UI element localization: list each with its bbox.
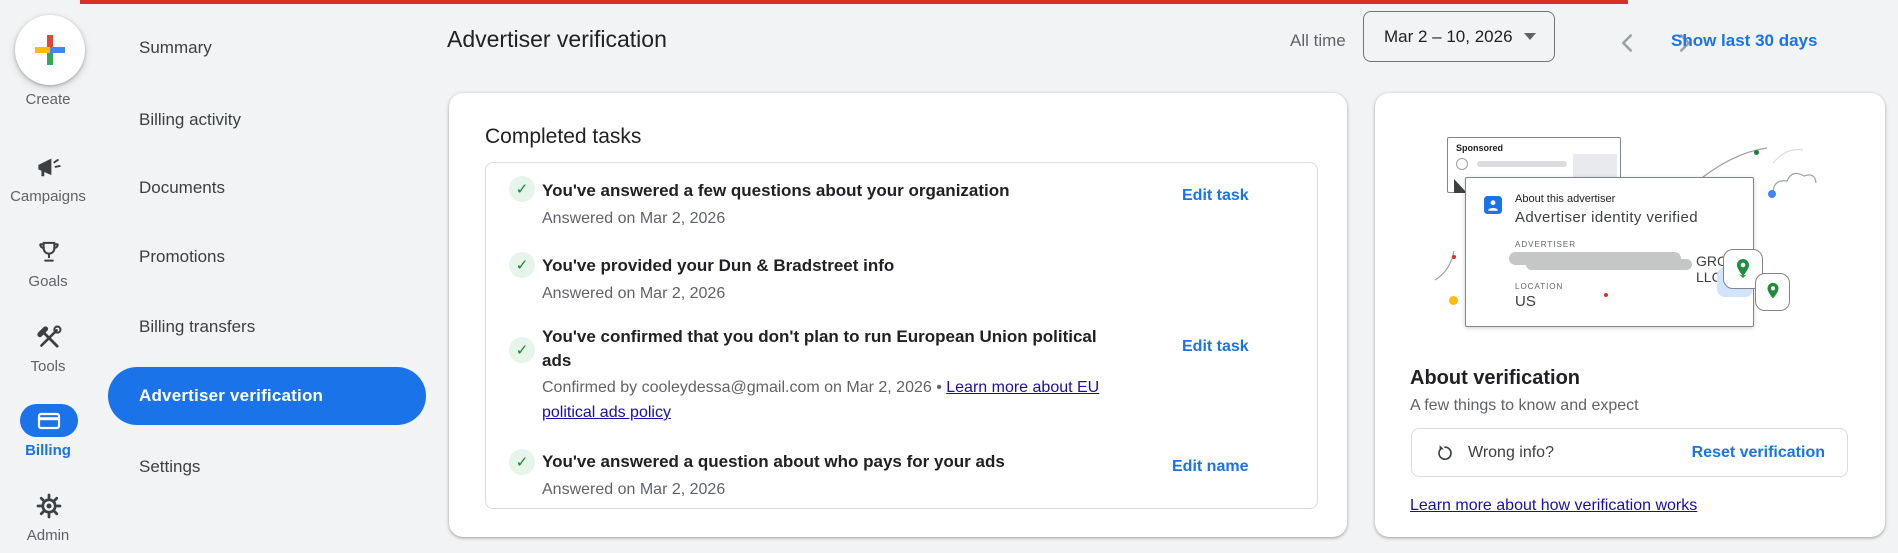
learn-more-verification-link[interactable]: Learn more about how verification works <box>1410 497 1697 515</box>
location-caps-label: LOCATION <box>1515 282 1563 291</box>
about-verification-heading: About verification <box>1410 367 1580 390</box>
google-plus-icon <box>32 32 68 68</box>
person-icon <box>1484 196 1502 214</box>
billing-label: Billing <box>0 442 96 459</box>
tools-icon <box>34 324 64 352</box>
ad-text-placeholder <box>1477 161 1567 167</box>
map-pin-icon <box>1731 257 1755 281</box>
green-dot <box>1754 150 1759 155</box>
edit-task-link[interactable]: Edit task <box>1182 187 1249 205</box>
task-subtitle: Answered on Mar 2, 2026 <box>542 206 725 231</box>
previous-period-button[interactable] <box>1610 26 1644 60</box>
identity-verified-label: Advertiser identity verified <box>1515 209 1698 226</box>
gear-icon <box>34 491 64 521</box>
about-verification-card: Sponsored About this advertiser Advertis… <box>1375 93 1885 537</box>
page-title: Advertiser verification <box>447 26 667 53</box>
trophy-icon <box>35 237 63 267</box>
redacted-name-blur <box>1526 259 1692 270</box>
sponsored-label: Sponsored <box>1456 143 1503 153</box>
blue-dot <box>1768 190 1776 198</box>
loading-progress-bar <box>80 0 1628 4</box>
campaigns-rail-item[interactable] <box>33 152 65 184</box>
location-value: US <box>1515 293 1536 310</box>
about-verification-subheading: A few things to know and expect <box>1410 397 1639 415</box>
chevron-left-icon <box>1620 33 1634 53</box>
tasks-list: ✓ You've answered a few questions about … <box>485 162 1318 509</box>
sidebar-item-billing-transfers[interactable]: Billing transfers <box>139 317 255 337</box>
goals-rail-item[interactable] <box>33 236 65 268</box>
task-title: You've answered a few questions about yo… <box>542 179 1010 203</box>
sidebar-item-advertiser-verification[interactable]: Advertiser verification <box>108 367 426 425</box>
task-subtitle: Answered on Mar 2, 2026 <box>542 477 725 502</box>
check-icon: ✓ <box>509 337 535 363</box>
sidebar-item-billing-activity[interactable]: Billing activity <box>139 110 241 130</box>
date-range-selector[interactable]: Mar 2 – 10, 2026 <box>1363 11 1555 62</box>
credit-card-icon <box>37 411 61 431</box>
check-icon: ✓ <box>509 449 535 475</box>
reset-icon <box>1435 443 1455 463</box>
ad-thumbnail-placeholder <box>1573 154 1617 179</box>
campaigns-label: Campaigns <box>0 188 96 205</box>
sidebar-item-settings[interactable]: Settings <box>139 457 200 477</box>
show-last-30-days-link[interactable]: Show last 30 days <box>1671 31 1817 51</box>
check-icon: ✓ <box>509 252 535 278</box>
all-time-label: All time <box>1290 31 1346 51</box>
red-dot <box>1604 293 1608 297</box>
ad-badge-icon <box>1456 158 1468 170</box>
task-title: You've provided your Dun & Bradstreet in… <box>542 254 894 278</box>
yellow-dot <box>1449 296 1458 305</box>
chevron-down-icon <box>1524 33 1536 40</box>
verified-location-badge <box>1755 273 1790 311</box>
sidebar-item-summary[interactable]: Summary <box>139 38 212 58</box>
tools-label: Tools <box>0 358 96 375</box>
red-dot <box>1452 255 1456 259</box>
billing-rail-item[interactable] <box>20 404 78 437</box>
map-pin-icon <box>1762 279 1784 305</box>
sidebar-item-promotions[interactable]: Promotions <box>139 247 225 267</box>
task-subtitle: Confirmed by cooleydessa@gmail.com on Ma… <box>542 375 1122 425</box>
tools-rail-item[interactable] <box>33 322 65 354</box>
wrong-info-label: Wrong info? <box>1468 444 1554 462</box>
reset-verification-row: Wrong info? Reset verification <box>1411 428 1848 477</box>
sidebar-item-documents[interactable]: Documents <box>139 178 225 198</box>
advertiser-caps-label: ADVERTISER <box>1515 240 1576 249</box>
edit-task-link[interactable]: Edit task <box>1182 338 1249 356</box>
about-this-advertiser-label: About this advertiser <box>1515 193 1615 205</box>
date-range-value: Mar 2 – 10, 2026 <box>1384 27 1513 47</box>
completed-tasks-card: Completed tasks ✓ You've answered a few … <box>449 93 1347 537</box>
advertiser-info-panel: About this advertiser Advertiser identit… <box>1465 177 1754 327</box>
task-subtitle-text: Confirmed by cooleydessa@gmail.com on Ma… <box>542 379 946 396</box>
admin-label: Admin <box>0 527 96 544</box>
reset-verification-link[interactable]: Reset verification <box>1692 444 1825 462</box>
sidebar-selected-label: Advertiser verification <box>139 386 323 406</box>
task-title: You've confirmed that you don't plan to … <box>542 325 1127 373</box>
create-button[interactable] <box>15 15 85 85</box>
goals-label: Goals <box>0 273 96 290</box>
task-subtitle: Answered on Mar 2, 2026 <box>542 281 725 306</box>
task-title: You've answered a question about who pay… <box>542 450 1005 474</box>
completed-tasks-title: Completed tasks <box>485 125 641 149</box>
edit-name-link[interactable]: Edit name <box>1172 458 1248 476</box>
admin-rail-item[interactable] <box>33 490 65 522</box>
check-icon: ✓ <box>509 176 535 202</box>
create-label: Create <box>0 91 96 108</box>
megaphone-icon <box>34 155 64 181</box>
